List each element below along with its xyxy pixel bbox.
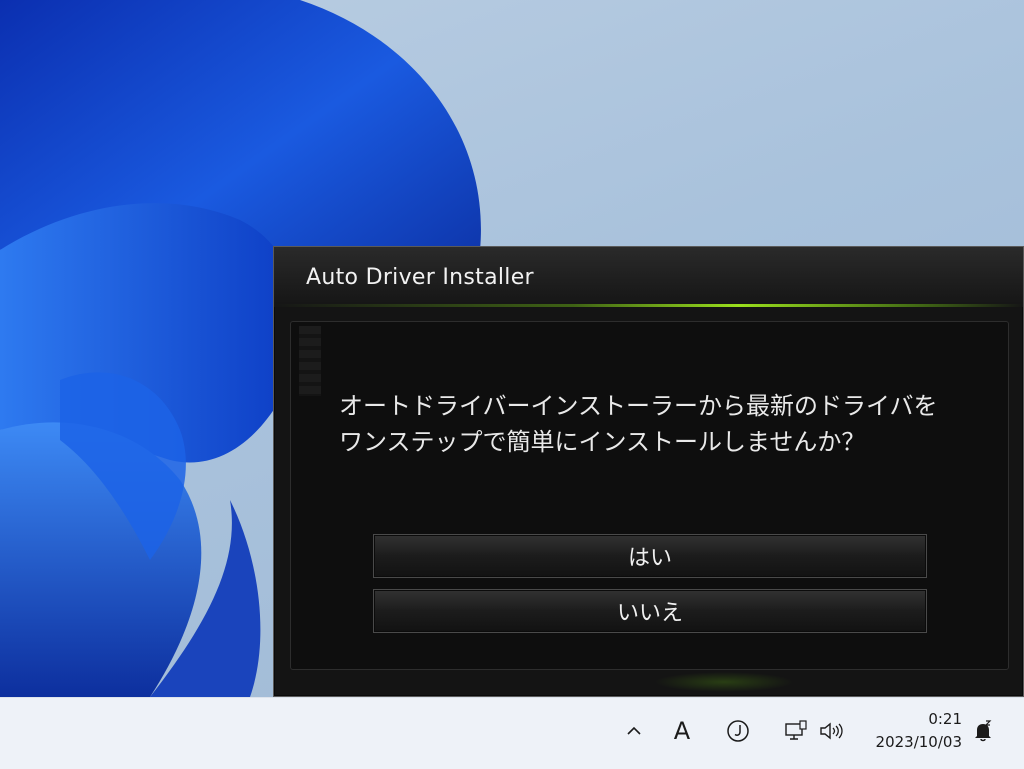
dialog-titlebar[interactable]: Auto Driver Installer [274, 247, 1023, 307]
notification-bell-icon[interactable] [968, 716, 998, 746]
ime-mode-icon[interactable] [722, 716, 754, 746]
show-hidden-icons-chevron-up-icon[interactable] [620, 716, 648, 746]
taskbar-clock[interactable]: 0:21 2023/10/03 [858, 708, 962, 754]
ime-indicator[interactable]: A [667, 716, 697, 746]
dialog-message: オートドライバーインストーラーから最新のドライバをワンステップで簡単にインストー… [339, 392, 938, 456]
dialog-content-panel: オートドライバーインストーラーから最新のドライバをワンステップで簡単にインストー… [290, 321, 1009, 670]
clock-time: 0:21 [928, 710, 962, 728]
dialog-title: Auto Driver Installer [306, 265, 534, 290]
title-accent-line [274, 304, 1023, 307]
yes-button[interactable]: はい [373, 534, 927, 578]
bottom-glow-decoration [654, 672, 794, 692]
volume-icon[interactable] [815, 716, 847, 746]
taskbar: A 0:21 2023/10/03 [0, 697, 1024, 769]
network-icon[interactable] [781, 716, 811, 746]
auto-driver-installer-dialog: Auto Driver Installer オートドライバーインストーラーから最… [273, 246, 1024, 697]
no-button[interactable]: いいえ [373, 589, 927, 633]
panel-decoration [299, 326, 321, 396]
clock-date: 2023/10/03 [875, 733, 962, 751]
